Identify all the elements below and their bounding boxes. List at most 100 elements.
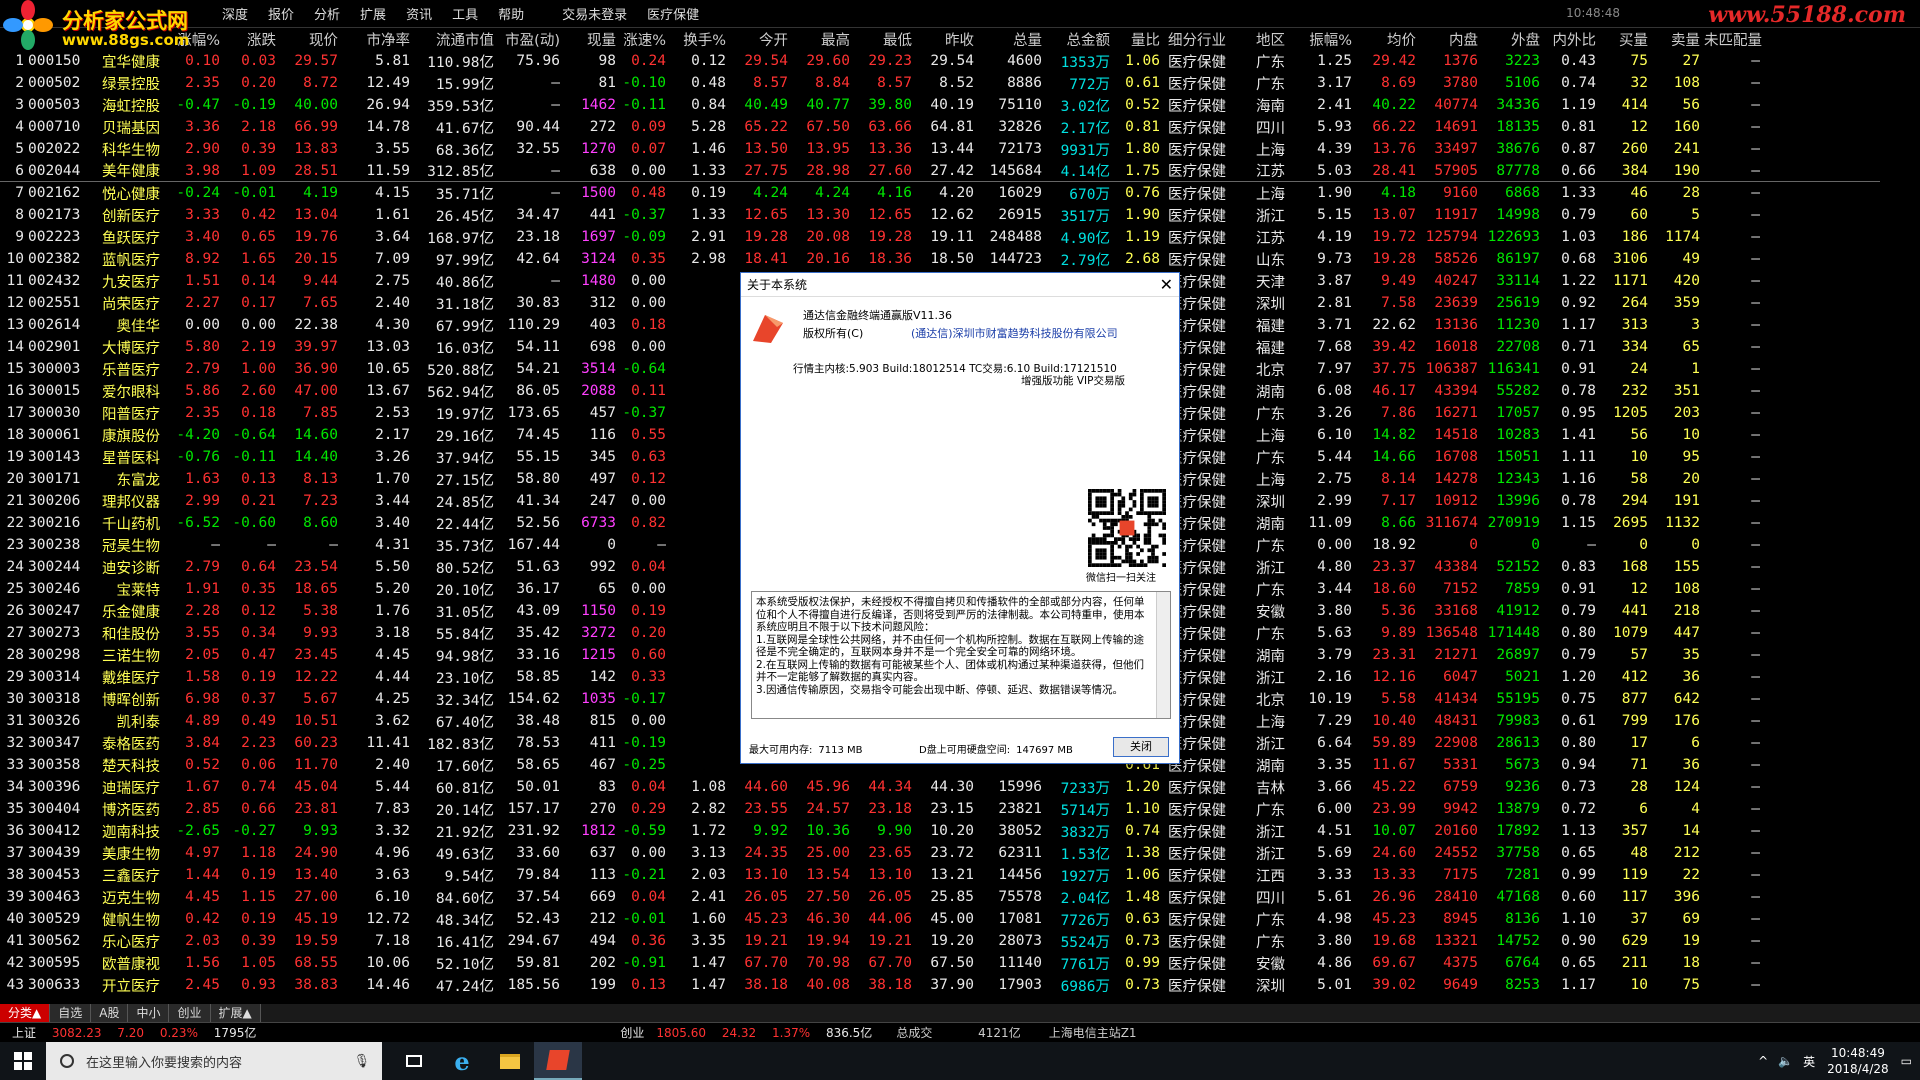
dialog-close-button[interactable]: 关闭 <box>1113 737 1169 757</box>
menu-item[interactable]: 分析 <box>304 4 350 23</box>
file-explorer-icon[interactable] <box>486 1042 534 1080</box>
category-tab[interactable]: 创业 <box>169 1004 211 1022</box>
table-row[interactable]: 4 000710 贝瑞基因 3.36 2.18 66.99 14.78 41.67亿 90.44… <box>0 116 1880 138</box>
column-header[interactable]: 总量 <box>978 29 1046 50</box>
column-header[interactable]: 未匹配量 <box>1704 29 1764 50</box>
table-row[interactable]: 37 300439 美康生物 4.97 1.18 24.90 4.96 49.63亿 33.60… <box>0 842 1880 864</box>
table-row[interactable]: 38 300453 三鑫医疗 1.44 0.19 13.40 3.63 9.54亿 79.84 1… <box>0 864 1880 886</box>
menu-item[interactable]: 工具 <box>442 4 488 23</box>
tdx-app-icon[interactable] <box>534 1042 582 1080</box>
table-row[interactable]: 34 300396 迪瑞医疗 1.67 0.74 45.04 5.44 60.81亿 50.01… <box>0 776 1880 798</box>
table-cell: 7152 <box>1443 581 1478 597</box>
sh-index[interactable]: 上证 3082.23 7.20 0.23% 1795亿 <box>0 1024 268 1041</box>
table-row[interactable]: 7 002162 悦心健康 -0.24 -0.01 4.19 4.15 35.71亿 — 1500… <box>0 182 1880 204</box>
table-row[interactable]: 6 002044 美年健康 3.98 1.09 28.51 11.59 312.85亿 — 638… <box>0 160 1880 182</box>
column-header[interactable]: 最高 <box>792 29 854 50</box>
cy-index[interactable]: 创业 1805.60 24.32 1.37% 836.5亿 <box>608 1024 884 1041</box>
column-header[interactable]: 涨速% <box>620 29 670 50</box>
column-header[interactable]: 市盈(动) <box>498 29 564 50</box>
column-header[interactable]: 内外比 <box>1544 29 1600 50</box>
task-view-icon[interactable] <box>390 1042 438 1080</box>
table-cell: 1.63 <box>185 471 220 487</box>
table-cell: 凯利泰 <box>116 714 161 731</box>
start-button[interactable] <box>0 1042 46 1080</box>
category-tab[interactable]: 自选 <box>50 1004 92 1022</box>
column-header[interactable]: 量比 <box>1114 29 1164 50</box>
menu-item[interactable]: 深度 <box>212 4 258 23</box>
table-row[interactable]: 3 000503 海虹控股 -0.47 -0.19 40.00 26.94 359.53亿 — 1… <box>0 94 1880 116</box>
volume-icon[interactable]: 🔈 <box>1778 1054 1793 1068</box>
table-cell: 江苏 <box>1256 230 1285 247</box>
column-header[interactable]: 流通市值 <box>414 29 498 50</box>
category-tab[interactable]: 中小 <box>128 1004 170 1022</box>
column-header[interactable]: 卖量 <box>1652 29 1704 50</box>
notice-scrollbar[interactable] <box>1156 592 1170 718</box>
column-header[interactable]: 内盘 <box>1420 29 1482 50</box>
table-cell: 1.11 <box>1561 449 1596 465</box>
menu-item[interactable]: 帮助 <box>488 4 534 23</box>
table-row[interactable]: 10 002382 蓝帆医疗 8.92 1.65 20.15 7.09 97.99亿 42.64… <box>0 248 1880 270</box>
table-cell: 38.48 <box>516 713 560 729</box>
column-header[interactable]: 地区 <box>1252 29 1298 50</box>
ime-indicator[interactable]: 英 <box>1803 1053 1815 1070</box>
server-status[interactable]: 上海电信主站Z1 <box>1043 1024 1143 1041</box>
table-cell: 上海 <box>1256 142 1285 159</box>
table-cell: 8.57 <box>877 75 912 91</box>
column-header[interactable]: 细分行业 <box>1164 29 1252 50</box>
category-tab[interactable]: 扩展▲ <box>210 1004 261 1022</box>
column-header[interactable]: 现量 <box>564 29 620 50</box>
table-cell: -0.17 <box>622 691 666 707</box>
table-row[interactable]: 36 300412 迦南科技 -2.65 -0.27 9.93 3.32 21.92亿 231.… <box>0 820 1880 842</box>
table-cell: — <box>1751 757 1760 773</box>
taskbar-clock[interactable]: 10:48:49 2018/4/28 <box>1827 1045 1889 1077</box>
table-cell: 5524万 <box>1060 934 1110 951</box>
table-cell: 16708 <box>1434 449 1478 465</box>
dialog-close-icon[interactable]: ✕ <box>1160 275 1173 294</box>
table-row[interactable]: 42 300595 欧普康视 1.56 1.05 68.55 10.06 52.10亿 59.8… <box>0 952 1880 974</box>
table-row[interactable]: 5 002022 科华生物 2.90 0.39 13.83 3.55 68.36亿 32.55 1… <box>0 138 1880 160</box>
column-header[interactable]: 换手% <box>670 29 730 50</box>
table-row[interactable]: 41 300562 乐心医疗 2.03 0.39 19.59 7.18 16.41亿 294.6… <box>0 930 1880 952</box>
table-row[interactable]: 9 002223 鱼跃医疗 3.40 0.65 19.76 3.64 168.97亿 23.18… <box>0 226 1880 248</box>
menu-item[interactable]: 医疗保健 <box>637 4 709 23</box>
table-row[interactable]: 39 300463 迈克生物 4.45 1.15 27.00 6.10 84.60亿 37.54… <box>0 886 1880 908</box>
table-row[interactable]: 40 300529 健帆生物 0.42 0.19 45.19 12.72 48.34亿 52.4… <box>0 908 1880 930</box>
category-tab[interactable]: A股 <box>91 1004 129 1022</box>
table-cell: 40.49 <box>744 97 788 113</box>
menu-item[interactable]: 报价 <box>258 4 304 23</box>
menu-item[interactable]: 资讯 <box>396 4 442 23</box>
column-header[interactable]: 振幅% <box>1298 29 1356 50</box>
table-cell: 414 <box>1621 97 1648 113</box>
column-header[interactable]: 均价 <box>1356 29 1420 50</box>
table-cell: 75110 <box>998 97 1042 113</box>
column-header[interactable]: 外盘 <box>1482 29 1544 50</box>
table-cell: 12.65 <box>744 207 788 223</box>
column-header[interactable]: 现价 <box>280 29 342 50</box>
column-header[interactable]: 昨收 <box>916 29 978 50</box>
chevron-up-icon[interactable]: ^ <box>1758 1054 1768 1068</box>
column-header[interactable]: 最低 <box>854 29 916 50</box>
table-row[interactable]: 2 000502 绿景控股 2.35 0.20 8.72 12.49 15.99亿 — 81 -0.… <box>0 72 1880 94</box>
table-row[interactable]: 1 000150 宜华健康 0.10 0.03 29.57 5.81 110.98亿 75.96… <box>0 50 1880 72</box>
table-row[interactable]: 8 002173 创新医疗 3.33 0.42 13.04 1.61 26.45亿 34.47 4… <box>0 204 1880 226</box>
table-row[interactable]: 35 300404 博济医药 2.85 0.66 23.81 7.83 20.14亿 157.1… <box>0 798 1880 820</box>
column-header[interactable]: 市净率 <box>342 29 414 50</box>
column-header[interactable]: 今开 <box>730 29 792 50</box>
ie-browser-icon[interactable]: e <box>438 1042 486 1080</box>
column-header[interactable]: 买量 <box>1600 29 1652 50</box>
menu-item[interactable]: 交易未登录 <box>534 4 637 23</box>
legal-notice-textbox[interactable]: 本系统受版权法保护，未经授权不得擅自拷贝和传播软件的全部或部分内容，任何单位和个… <box>751 591 1171 719</box>
table-cell: 294 <box>1621 493 1648 509</box>
category-tab[interactable]: 分类▲ <box>0 1004 51 1022</box>
taskbar-search[interactable]: 在这里输入你要搜索的内容 🎙 <box>46 1042 382 1080</box>
company-link[interactable]: (通达信)深圳市财富趋势科技股份有限公司 <box>911 325 1118 341</box>
table-cell: 79983 <box>1496 713 1540 729</box>
column-header[interactable]: 总金额 <box>1046 29 1114 50</box>
table-cell: -0.01 <box>622 911 666 927</box>
table-cell: 科华生物 <box>102 142 160 159</box>
microphone-icon[interactable]: 🎙 <box>353 1054 370 1069</box>
column-header[interactable]: 涨跌 <box>224 29 280 50</box>
menu-item[interactable]: 扩展 <box>350 4 396 23</box>
table-row[interactable]: 43 300633 开立医疗 2.45 0.93 38.83 14.46 47.24亿 185.… <box>0 974 1880 996</box>
notification-icon[interactable]: ▭ <box>1901 1054 1912 1068</box>
